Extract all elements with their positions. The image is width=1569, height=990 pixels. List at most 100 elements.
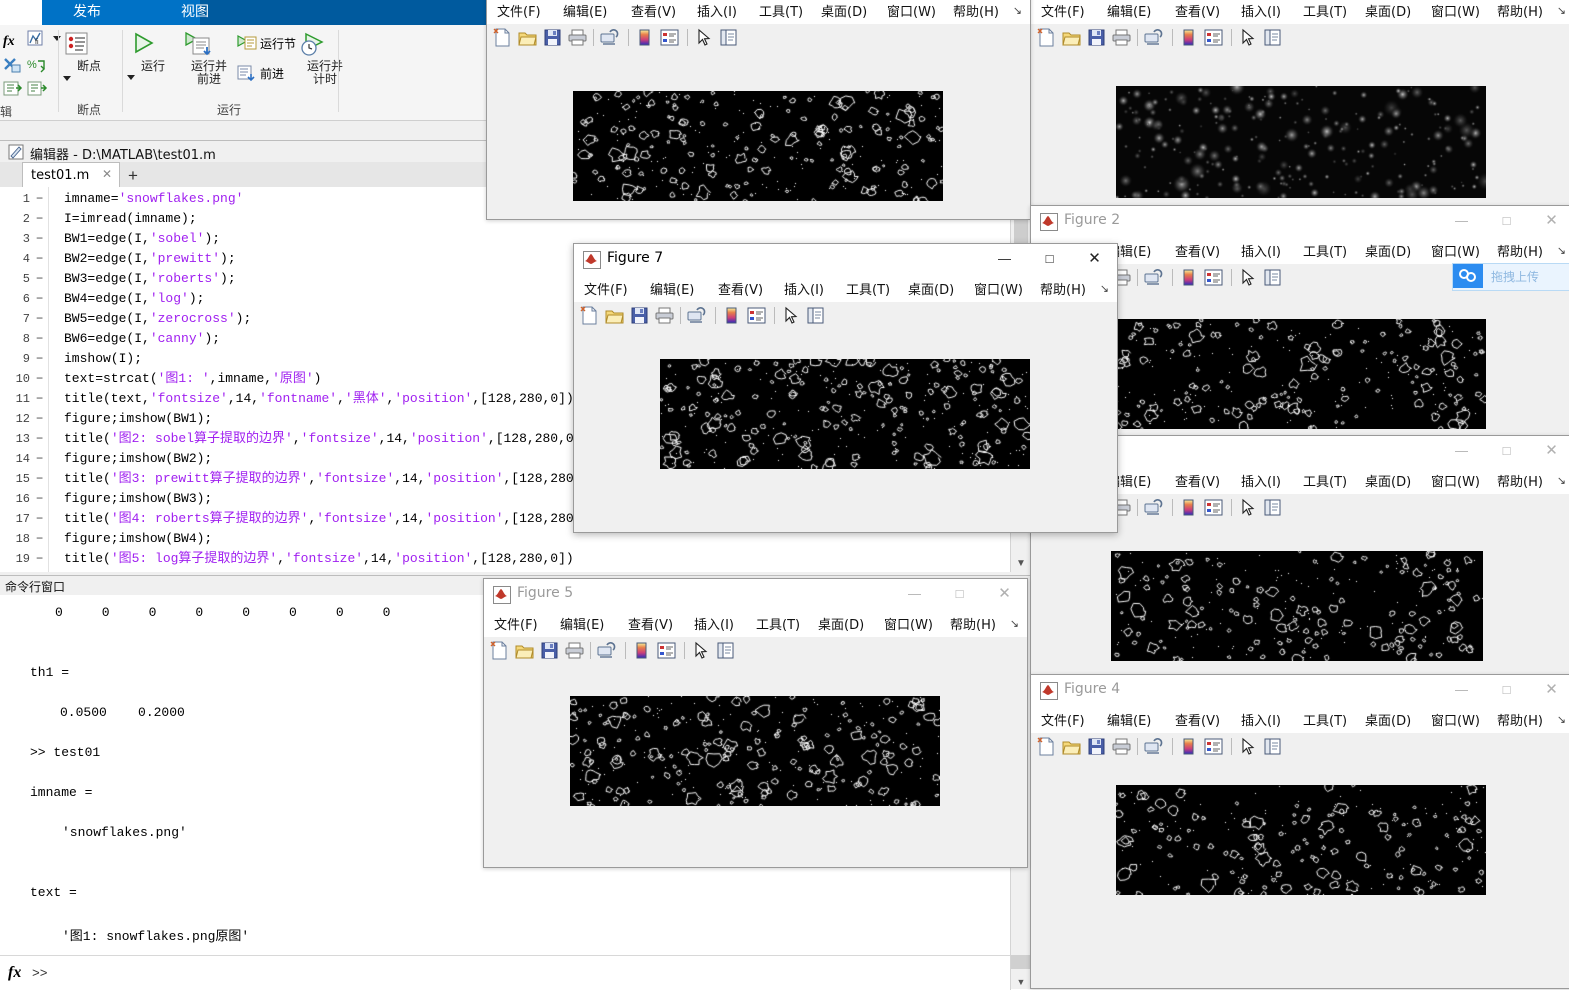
run-section-button[interactable]: 运行节	[236, 33, 300, 55]
delete-icon[interactable]	[2, 55, 24, 75]
menu-item-window[interactable]: 窗口(W)	[884, 614, 933, 633]
link-plot-icon[interactable]	[687, 306, 706, 325]
pointer-icon[interactable]	[781, 306, 800, 325]
menu-item-help[interactable]: 帮助(H)	[1040, 279, 1086, 298]
figure-window-6[interactable]: 文件(F) 编辑(E) 查看(V) 插入(I) 工具(T) 桌面(D) 窗口(W) 帮助(H)…	[486, 0, 1031, 220]
menu-item-view[interactable]: 查看(V)	[1175, 710, 1220, 729]
colorbar-icon[interactable]	[1179, 737, 1198, 756]
legend-icon[interactable]	[657, 641, 676, 660]
figure-window-4[interactable]: Figure 4 — □ ✕ 文件(F) 编辑(E) 查看(V) 插入(I) 工具(T)…	[1030, 674, 1569, 989]
run-button[interactable]: 运行	[124, 30, 182, 82]
menu-item-view[interactable]: 查看(V)	[1175, 241, 1220, 260]
close-icon[interactable]: ✕	[1529, 436, 1569, 466]
legend-icon[interactable]	[1204, 28, 1223, 47]
menu-item-insert[interactable]: 插入(I)	[1241, 471, 1281, 490]
menu-item-help[interactable]: 帮助(H)	[1497, 710, 1543, 729]
menu-item-window[interactable]: 窗口(W)	[887, 1, 936, 20]
indent-icon[interactable]	[2, 79, 24, 99]
maximize-icon[interactable]: □	[937, 579, 982, 609]
link-plot-icon[interactable]	[600, 28, 619, 47]
advance-button[interactable]: 前进	[236, 63, 300, 85]
fx-insert-icon[interactable]: fx	[2, 30, 24, 50]
menu-item-view[interactable]: 查看(V)	[718, 279, 763, 298]
menu-overflow-icon[interactable]: ↘	[1557, 713, 1566, 726]
menu-item-window[interactable]: 窗口(W)	[1431, 241, 1480, 260]
menu-overflow-icon[interactable]: ↘	[1013, 4, 1022, 17]
print-figure-icon[interactable]	[655, 306, 674, 325]
scroll-thumb-small[interactable]	[1011, 955, 1031, 969]
menu-item-edit[interactable]: 编辑(E)	[560, 614, 604, 633]
ribbon-tab-view[interactable]: 视图	[150, 0, 240, 25]
menu-item-window[interactable]: 窗口(W)	[974, 279, 1023, 298]
command-prompt-row[interactable]: fx >>	[0, 955, 1011, 990]
menu-item-insert[interactable]: 插入(I)	[784, 279, 824, 298]
minimize-icon[interactable]: —	[1439, 675, 1484, 705]
maximize-icon[interactable]: □	[1484, 675, 1529, 705]
figure-window-7[interactable]: Figure 7 — □ ✕ 文件(F) 编辑(E) 查看(V) 插入(I) 工具(T)…	[573, 243, 1118, 533]
run-advance-button[interactable]: 运行并 前进	[180, 30, 238, 86]
menu-item-desktop[interactable]: 桌面(D)	[821, 1, 867, 20]
plot-browser-icon[interactable]	[716, 641, 735, 660]
close-icon[interactable]: ✕	[982, 579, 1027, 609]
breakpoints-dropdown-arrow-icon[interactable]	[60, 74, 118, 83]
menu-item-file[interactable]: 文件(F)	[1041, 1, 1085, 20]
minimize-icon[interactable]: —	[1439, 206, 1484, 236]
menu-item-file[interactable]: 文件(F)	[494, 614, 538, 633]
menu-item-tools[interactable]: 工具(T)	[1303, 241, 1347, 260]
menu-item-file[interactable]: 文件(F)	[497, 1, 541, 20]
run-and-time-button[interactable]: 运行并 计时	[296, 30, 354, 86]
smart-indent-icon[interactable]	[26, 79, 48, 99]
link-plot-icon[interactable]	[1144, 737, 1163, 756]
menu-item-edit[interactable]: 编辑(E)	[563, 1, 607, 20]
colorbar-icon[interactable]	[1179, 28, 1198, 47]
menu-item-help[interactable]: 帮助(H)	[1497, 1, 1543, 20]
print-figure-icon[interactable]	[1112, 737, 1131, 756]
menu-item-desktop[interactable]: 桌面(D)	[1365, 710, 1411, 729]
menu-item-edit[interactable]: 编辑(E)	[650, 279, 694, 298]
menu-item-help[interactable]: 帮助(H)	[953, 1, 999, 20]
figure-5-title-bar[interactable]: Figure 5 — □ ✕	[484, 579, 1027, 609]
legend-icon[interactable]	[1204, 498, 1223, 517]
menu-item-tools[interactable]: 工具(T)	[846, 279, 890, 298]
command-bottom-scrollbar[interactable]: ▼	[1010, 955, 1031, 989]
new-tab-button[interactable]: +	[128, 166, 138, 186]
figure-4-title-bar[interactable]: Figure 4 — □ ✕	[1031, 675, 1569, 705]
link-plot-icon[interactable]	[597, 641, 616, 660]
new-figure-icon[interactable]	[580, 306, 599, 325]
link-plot-icon[interactable]	[1144, 498, 1163, 517]
menu-item-desktop[interactable]: 桌面(D)	[908, 279, 954, 298]
figure-2-title-bar[interactable]: Figure 2 — □ ✕	[1031, 206, 1569, 236]
link-plot-icon[interactable]	[1144, 268, 1163, 287]
maximize-icon[interactable]: □	[1027, 244, 1072, 274]
legend-icon[interactable]	[747, 306, 766, 325]
plot-browser-icon[interactable]	[1263, 28, 1282, 47]
menu-item-view[interactable]: 查看(V)	[628, 614, 673, 633]
new-figure-icon[interactable]	[1037, 737, 1056, 756]
pointer-icon[interactable]	[1238, 737, 1257, 756]
plot-browser-icon[interactable]	[1263, 737, 1282, 756]
new-figure-icon[interactable]	[490, 641, 509, 660]
menu-item-view[interactable]: 查看(V)	[631, 1, 676, 20]
new-figure-icon[interactable]	[493, 28, 512, 47]
open-file-icon[interactable]	[515, 641, 534, 660]
menu-item-window[interactable]: 窗口(W)	[1431, 1, 1480, 20]
menu-item-tools[interactable]: 工具(T)	[756, 614, 800, 633]
menu-item-tools[interactable]: 工具(T)	[1303, 710, 1347, 729]
figure-7-title-bar[interactable]: Figure 7 — □ ✕	[574, 244, 1117, 274]
link-plot-icon[interactable]	[1144, 28, 1163, 47]
save-figure-icon[interactable]	[540, 641, 559, 660]
minimize-icon[interactable]: —	[1439, 436, 1484, 466]
pointer-icon[interactable]	[691, 641, 710, 660]
colorbar-icon[interactable]	[635, 28, 654, 47]
close-icon[interactable]: ✕	[1529, 206, 1569, 236]
menu-item-insert[interactable]: 插入(I)	[1241, 1, 1281, 20]
editor-tab-test01[interactable]: test01.m ✕	[22, 162, 120, 187]
baidu-netdisk-widget[interactable]: 拖拽上传	[1452, 263, 1569, 291]
open-file-icon[interactable]	[518, 28, 537, 47]
menu-overflow-icon[interactable]: ↘	[1010, 617, 1019, 630]
menu-item-desktop[interactable]: 桌面(D)	[1365, 241, 1411, 260]
open-file-icon[interactable]	[1062, 737, 1081, 756]
minimize-icon[interactable]: —	[982, 244, 1027, 274]
menu-item-tools[interactable]: 工具(T)	[1303, 471, 1347, 490]
open-file-icon[interactable]	[1062, 28, 1081, 47]
